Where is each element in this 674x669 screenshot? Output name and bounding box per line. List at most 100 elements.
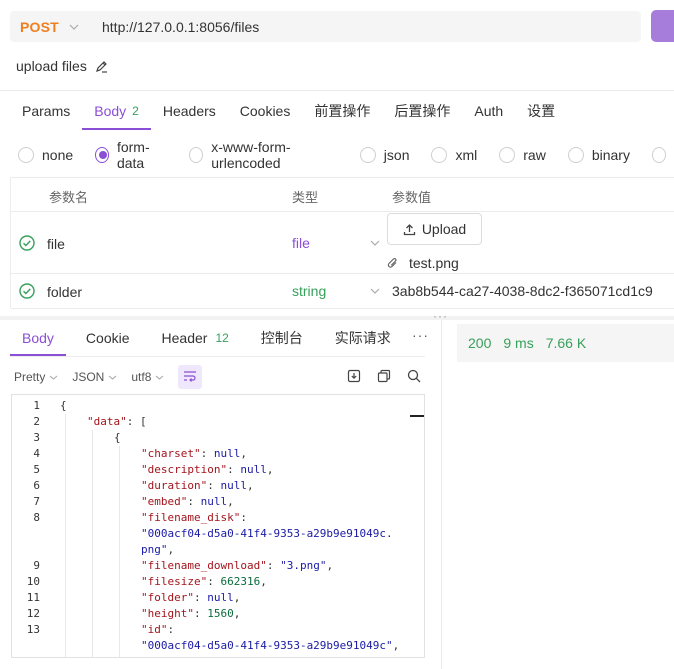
request-title-text: upload files	[16, 58, 87, 74]
tab-前置操作[interactable]: 前置操作	[302, 92, 382, 130]
download-icon[interactable]	[347, 369, 361, 383]
language-select[interactable]: JSON	[72, 370, 117, 384]
response-tabs: Body Cookie Header 12 控制台 实际请求	[10, 320, 411, 356]
chevron-down-icon[interactable]	[370, 288, 380, 294]
param-name[interactable]: file	[47, 236, 65, 252]
code-punct: :	[207, 655, 220, 657]
line-number: 2	[33, 415, 40, 428]
code-punct: :	[193, 607, 208, 620]
file-name[interactable]: test.png	[409, 255, 459, 271]
code-punct: ,	[260, 575, 267, 588]
tab-params[interactable]: Params	[10, 92, 82, 130]
chevron-down-icon[interactable]	[370, 240, 380, 246]
radio-icon[interactable]	[499, 147, 516, 163]
code-key: "description"	[141, 463, 228, 476]
word-wrap-button[interactable]	[178, 365, 203, 389]
code-punct: ,	[266, 463, 274, 476]
code-line: "data": [	[60, 414, 414, 430]
table-header: 参数名 类型 参数值	[11, 178, 674, 212]
radio-icon[interactable]	[189, 147, 204, 163]
encoding-label: utf8	[131, 370, 152, 384]
line-numbers: 1234567891011121314	[12, 398, 40, 657]
code-value: "3.png"	[280, 559, 327, 572]
status-code: 200	[468, 335, 492, 351]
tab-设置[interactable]: 设置	[515, 92, 567, 130]
code-string: png"	[141, 543, 168, 556]
code-line: "charset": null,	[60, 446, 414, 462]
request-tabs: Params Body 2 Headers Cookies 前置操作 后置操作 Auth 设置	[10, 92, 567, 130]
response-tab-cookie[interactable]: Cookie	[74, 320, 142, 356]
response-tab-header[interactable]: Header 12	[150, 320, 241, 356]
line-number: 6	[33, 479, 40, 492]
more-icon[interactable]: ···	[412, 327, 429, 343]
method-select[interactable]: POST	[10, 11, 92, 42]
code-punct: :	[227, 463, 241, 476]
vertical-divider	[441, 320, 442, 669]
body-type-binary[interactable]: binary	[567, 147, 630, 163]
encoding-select[interactable]: utf8	[131, 370, 164, 384]
code-punct: :	[193, 591, 208, 604]
search-icon[interactable]	[407, 369, 421, 383]
code-punct: :	[266, 559, 281, 572]
paperclip-icon	[387, 257, 399, 270]
chevron-down-icon	[69, 24, 79, 30]
code-line: "duration": null,	[60, 478, 414, 494]
tab-label: 后置操作	[394, 103, 451, 119]
radio-icon[interactable]	[18, 147, 34, 163]
url-input[interactable]: http://127.0.0.1:8056/files	[102, 19, 259, 35]
response-tab-实际请求[interactable]: 实际请求	[323, 320, 403, 356]
body-type-raw[interactable]: raw	[499, 147, 546, 163]
line-number: 11	[26, 591, 40, 604]
body-type-none[interactable]: none	[18, 147, 73, 163]
code-key: "id"	[141, 623, 168, 636]
edit-icon[interactable]	[95, 60, 108, 73]
code-punct: :	[200, 447, 214, 460]
response-body-editor[interactable]: 1234567891011121314 {"data": [{"charset"…	[11, 394, 425, 658]
check-circle-icon[interactable]	[19, 283, 35, 299]
code-punct: ,	[246, 479, 254, 492]
code-punct: ,	[233, 607, 241, 620]
radio-icon[interactable]	[651, 147, 667, 163]
body-type-form-data[interactable]: form-data	[95, 139, 167, 171]
tab-headers[interactable]: Headers	[151, 92, 228, 130]
code-line: {	[60, 430, 414, 446]
send-button[interactable]	[651, 10, 674, 42]
tab-cookies[interactable]: Cookies	[228, 92, 303, 130]
upload-button[interactable]: Upload	[387, 213, 482, 245]
tab-label: Auth	[474, 103, 504, 119]
tab-后置操作[interactable]: 后置操作	[382, 92, 462, 130]
code-key: "embed"	[141, 495, 188, 508]
line-number: 13	[26, 623, 40, 636]
body-type-x-www-form-urlencoded[interactable]: x-www-form-urlencoded	[189, 139, 337, 171]
code-punct: :	[207, 479, 221, 492]
code-punct: {	[114, 431, 121, 444]
param-name[interactable]: folder	[47, 284, 82, 300]
code-key: "filesize"	[141, 575, 208, 588]
radio-icon[interactable]	[359, 147, 376, 163]
code-line: "filesize": 662316,	[60, 574, 414, 590]
code-punct: ,	[167, 543, 175, 556]
radio-icon[interactable]	[431, 147, 448, 163]
code-punct: ,	[227, 495, 234, 508]
radio-icon[interactable]	[95, 147, 109, 163]
tab-body[interactable]: Body 2	[82, 92, 151, 130]
response-status: 200 9 ms 7.66 K	[457, 324, 674, 362]
format-select[interactable]: Pretty	[14, 370, 58, 384]
line-number	[12, 542, 40, 558]
response-tab-控制台[interactable]: 控制台	[249, 320, 315, 356]
copy-icon[interactable]	[377, 369, 391, 383]
param-value[interactable]: 3ab8b544-ca27-4038-8dc2-f365071cd1c9	[392, 283, 653, 299]
request-title: upload files	[16, 58, 108, 74]
response-tab-body[interactable]: Body	[10, 320, 66, 356]
tab-auth[interactable]: Auth	[462, 92, 515, 130]
scrollbar[interactable]	[410, 415, 424, 417]
divider	[0, 90, 674, 91]
radio-icon[interactable]	[567, 147, 584, 163]
code-key: "data"	[87, 415, 127, 428]
body-type-xml[interactable]: xml	[431, 147, 477, 163]
body-type-radios: none form-data x-www-form-urlencoded json xm…	[18, 139, 674, 171]
check-circle-icon[interactable]	[19, 235, 35, 251]
code-key: "folder"	[141, 591, 194, 604]
body-type-json[interactable]: json	[359, 147, 410, 163]
body-type-label: json	[383, 147, 410, 163]
